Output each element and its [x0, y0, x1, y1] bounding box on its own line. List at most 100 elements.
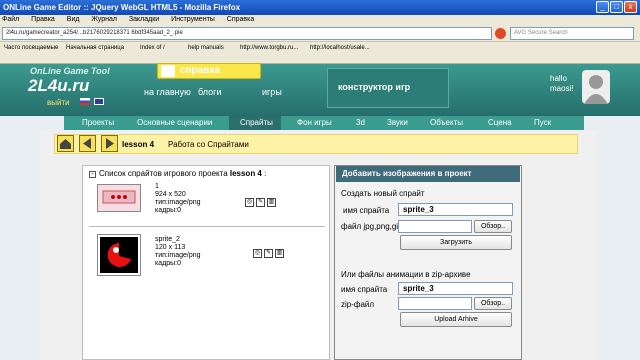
sprite-thumbnail[interactable] [97, 234, 141, 276]
arrow-left-icon [83, 138, 91, 149]
window-titlebar: ONLine Game Editor :: JQuery WebGL HTML5… [0, 0, 640, 15]
menu-file[interactable]: Файл [2, 16, 19, 23]
sprite-frames: кадры:0 [155, 207, 181, 214]
zip-sprite-name-input[interactable]: sprite_3 [398, 282, 513, 295]
menu-edit[interactable]: Правка [31, 16, 55, 23]
add-panel-title: Добавить изображения в проект [336, 166, 520, 182]
nav-blogs[interactable]: блоги [198, 87, 221, 97]
flag-uk-icon[interactable] [94, 98, 104, 105]
menu-history[interactable]: Журнал [91, 16, 117, 23]
sprite-name-input[interactable]: sprite_3 [398, 203, 513, 216]
nav-games[interactable]: игры [262, 87, 282, 97]
avatar[interactable] [582, 70, 610, 104]
sprite-name-label: имя спрайта [343, 206, 390, 215]
menu-bookmarks[interactable]: Закладки [129, 16, 159, 23]
zip-sprite-name-label: имя спрайта [341, 285, 388, 294]
sprites-title-prefix: Список спрайтов игрового проекта [99, 169, 230, 178]
view-sprite-button[interactable]: ◎ [253, 249, 262, 258]
logo-tagline: OnLine Game Tool [30, 66, 110, 76]
bookmark-torgbu[interactable]: http://www.torgbu.ru... [240, 42, 298, 54]
tab-scene[interactable]: Сцена [488, 118, 512, 127]
sprite-2-preview [100, 237, 138, 273]
navigation-toolbar: 2l4u.ru/gamecreator_a254/...b21760292183… [0, 25, 640, 42]
arrow-right-icon [106, 138, 114, 149]
help-tab-label: справка [180, 65, 220, 76]
flag-ru-icon[interactable] [80, 98, 90, 105]
bookmark-frequent[interactable]: Часто посещаемые [4, 42, 58, 54]
sprite-type: тип:image/png [155, 252, 201, 259]
bookmark-localhost[interactable]: http://localhost/usale... [310, 42, 370, 54]
back-button[interactable] [79, 135, 96, 152]
tab-projects[interactable]: Проекты [82, 118, 114, 127]
edit-sprite-button[interactable]: ✎ [256, 198, 265, 207]
tab-objects[interactable]: Объекты [430, 118, 463, 127]
zip-section-label: Или файлы анимации в zip-архиве [341, 270, 471, 279]
sprite-size: 924 x 520 [155, 191, 186, 198]
nav-home[interactable]: на главную [144, 87, 191, 97]
menu-bar: Файл Правка Вид Журнал Закладки Инструме… [0, 15, 640, 25]
delete-sprite-button[interactable]: ▥ [275, 249, 284, 258]
sprite-name: 1 [155, 183, 159, 190]
sprite-actions: ◎ ✎ ▥ [245, 198, 285, 208]
menu-view[interactable]: Вид [67, 16, 80, 23]
search-input[interactable]: AVG Secure Search [510, 27, 634, 40]
view-sprite-button[interactable]: ◎ [245, 198, 254, 207]
sprite-frames: кадры:0 [155, 260, 181, 267]
sprite-info: sprite_2 120 x 113 тип:image/png кадры:0 [155, 236, 201, 268]
bookmark-start-page[interactable]: Начальная страница [66, 42, 124, 54]
tab-background[interactable]: Фон игры [297, 118, 332, 127]
sprite-1-preview [102, 190, 136, 204]
upload-button[interactable]: Загрузить [400, 235, 512, 250]
address-bar[interactable]: 2l4u.ru/gamecreator_a254/...b21760292183… [2, 27, 492, 40]
tab-start[interactable]: Пуск [534, 118, 551, 127]
breadcrumb-page: Работа со Спрайтами [168, 140, 249, 149]
file-path-input[interactable] [398, 220, 472, 233]
sprite-name: sprite_2 [155, 236, 180, 243]
menu-tools[interactable]: Инструменты [171, 16, 215, 23]
user-silhouette-icon [584, 75, 608, 104]
zip-file-label: zip-файл [341, 300, 375, 309]
window-title: ONLine Game Editor :: JQuery WebGL HTML5… [3, 3, 241, 12]
minimize-button[interactable]: _ [596, 1, 609, 13]
create-sprite-label: Создать новый спрайт [341, 189, 425, 198]
zip-browse-button[interactable]: Обзор.. [474, 297, 512, 310]
sprite-thumbnail[interactable] [97, 184, 141, 212]
collapse-toggle[interactable]: - [89, 171, 96, 178]
sprite-actions: ◎ ✎ ▥ [253, 249, 293, 259]
tab-sprites[interactable]: Спрайты [240, 118, 273, 127]
bookmarks-toolbar: Часто посещаемые Начальная страница Inde… [0, 42, 640, 64]
divider [89, 226, 325, 227]
sprites-panel: - Список спрайтов игрового проекта lesso… [82, 165, 330, 360]
site-logo[interactable]: 2L4u.ru [28, 76, 89, 96]
sprite-info: 1 924 x 520 тип:image/png кадры:0 [155, 183, 201, 215]
logout-link[interactable]: выйти [47, 98, 70, 107]
zip-path-input[interactable] [398, 297, 472, 310]
edit-sprite-button[interactable]: ✎ [264, 249, 273, 258]
menu-help[interactable]: Справка [227, 16, 254, 23]
greeting-text: hallo [550, 74, 567, 83]
maximize-button[interactable]: □ [610, 1, 623, 13]
forward-button[interactable] [101, 135, 118, 152]
sprites-title-project: lesson 4 [229, 169, 262, 178]
close-window-button[interactable]: x [624, 1, 637, 13]
nav-game-constructor[interactable]: конструктор игр [327, 68, 449, 108]
upload-archive-button[interactable]: Upload Arhive [400, 312, 512, 327]
browse-button[interactable]: Обзор.. [474, 220, 512, 233]
home-icon [60, 139, 71, 149]
delete-sprite-button[interactable]: ▥ [267, 198, 276, 207]
sprite-type: тип:image/png [155, 199, 201, 206]
breadcrumb-project[interactable]: lesson 4 [122, 140, 154, 149]
home-button[interactable] [57, 135, 74, 152]
file-label: файл jpg,png,gif [341, 222, 401, 231]
book-icon [161, 65, 175, 77]
tab-3d[interactable]: 3d [356, 118, 365, 127]
stop-icon[interactable] [495, 28, 506, 39]
sprites-list-title: Список спрайтов игрового проекта lesson … [99, 169, 267, 178]
tab-scenarios[interactable]: Основные сценарии [137, 118, 212, 127]
username: maosi! [550, 84, 574, 93]
bookmark-help-manuals[interactable]: help manuals [188, 42, 224, 54]
sprite-size: 120 x 113 [155, 244, 186, 251]
bookmark-index[interactable]: Index of / [140, 42, 165, 54]
tab-sounds[interactable]: Звуки [387, 118, 408, 127]
user-greeting: hallo maosi! [550, 74, 574, 94]
